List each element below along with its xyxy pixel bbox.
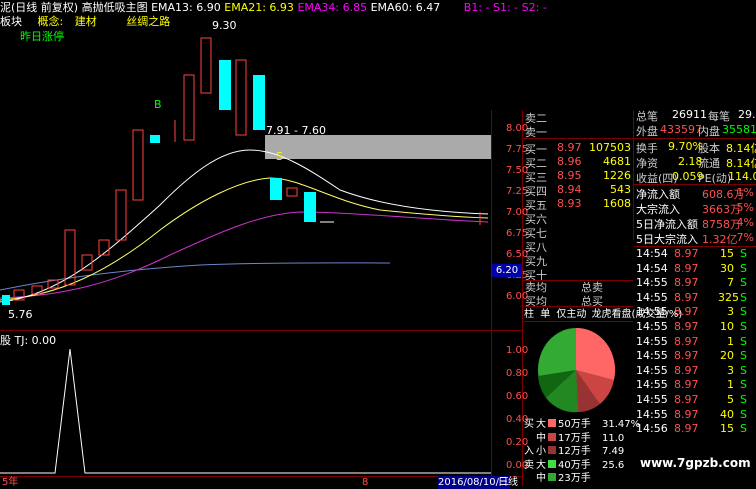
flow-row: 5日大宗流入 1.32亿 7% xyxy=(636,231,754,246)
candlestick-chart[interactable] xyxy=(0,0,491,330)
box-range-label: 7.91 - 7.60 xyxy=(266,124,326,137)
dragon-tabs: 柱 单 仅主动 龙虎看盘(成交量/%) xyxy=(524,308,682,321)
candle xyxy=(286,187,298,197)
buy-row[interactable]: 买七 xyxy=(523,225,633,240)
bottom-mid-label: 8 xyxy=(362,477,369,488)
candle xyxy=(304,192,316,222)
info-row: 总笔26911每笔29.3 xyxy=(636,108,756,123)
price-box xyxy=(265,135,491,159)
buy-row[interactable]: 买六 xyxy=(523,211,633,226)
candle xyxy=(270,178,282,200)
legend-row: 卖大 40万手 25.6 xyxy=(524,459,625,471)
legend-row: 入小 12万手 7.49 xyxy=(524,446,625,457)
legend-row: 中 17万手 11.0 xyxy=(536,432,625,444)
buy-row[interactable]: 买四 8.94 543 xyxy=(523,183,633,198)
candle xyxy=(219,60,231,110)
trade-row: 14:55 8.97 40 S xyxy=(636,407,747,421)
tj-line xyxy=(0,348,491,474)
candle xyxy=(115,189,127,241)
ema-white-line xyxy=(0,149,489,303)
trade-row: 14:55 8.97 1 S xyxy=(636,378,747,392)
flow-row: 大宗流入 3663万 5% xyxy=(636,201,754,216)
trade-row: 14:55 8.97 3 S xyxy=(636,363,747,377)
sell-row[interactable]: 卖二 xyxy=(523,110,633,125)
dragon-pie-chart xyxy=(538,327,616,413)
trade-row: 14:55 8.97 7 S xyxy=(636,276,747,290)
tab-column[interactable]: 柱 xyxy=(524,309,534,320)
buy-summary-row: 买均 总买 xyxy=(525,295,603,308)
high-price-label: 9.30 xyxy=(212,19,237,32)
buy-row[interactable]: 买九 xyxy=(523,253,633,268)
candle xyxy=(2,295,10,305)
flow-row: 净流入额 608.6万 1% xyxy=(636,186,754,201)
candle xyxy=(253,75,265,130)
trade-row: 14:55 8.97 10 S xyxy=(636,320,747,333)
trade-row: 14:55 8.97 325 S xyxy=(636,290,747,304)
candle xyxy=(200,37,212,94)
marker-s: S xyxy=(276,150,283,163)
bottom-left-label: 5年 xyxy=(2,477,19,488)
tab-single[interactable]: 单 xyxy=(540,309,550,320)
candle xyxy=(235,59,247,136)
low-price-label: 5.76 xyxy=(8,308,33,321)
candles xyxy=(2,37,334,305)
sub-axis-tick: 1.00 xyxy=(506,345,529,356)
trade-row: 14:56 8.97 15 S xyxy=(636,422,747,436)
legend-row: 中 23万手 xyxy=(536,473,591,484)
info-row: 净资2.18流通8.14亿 xyxy=(636,155,756,170)
current-price-tag: 6.20 xyxy=(492,264,522,277)
candle xyxy=(150,135,160,143)
tab-active-only[interactable]: 仅主动 xyxy=(556,309,586,320)
buy-row[interactable]: 买三 8.95 1226 xyxy=(523,169,633,184)
sub-axis-tick: 0.60 xyxy=(506,391,529,402)
ema-yellow-line xyxy=(0,177,489,301)
trade-row: 14:54 8.97 15 S xyxy=(636,247,747,260)
flow-row: 5日净流入额 8758万 4% xyxy=(636,216,754,231)
marker-b: B xyxy=(154,98,162,111)
buy-row[interactable]: 买二 8.96 4681 xyxy=(523,155,633,170)
trade-row: 14:55 8.97 5 S xyxy=(636,393,747,406)
trade-row: 14:55 8.97 20 S xyxy=(636,349,747,363)
sell-summary-row: 卖均 总卖 xyxy=(525,281,603,294)
tj-indicator-chart[interactable] xyxy=(0,331,491,476)
trade-row: 14:55 8.97 1 S xyxy=(636,334,747,348)
axis-divider xyxy=(491,110,492,486)
sell-row[interactable]: 卖一 xyxy=(523,124,633,139)
buy-row[interactable]: 买一 8.97 107503 xyxy=(523,141,633,156)
buy-row[interactable]: 买五 8.93 1608 xyxy=(523,197,633,212)
info-row: 外盘433597内盘355816 xyxy=(636,123,756,138)
sub-axis-tick: 0.80 xyxy=(506,368,529,379)
period-label[interactable]: 日线 xyxy=(498,476,518,489)
candle xyxy=(132,129,144,201)
trade-row: 14:54 8.97 30 S xyxy=(636,261,747,275)
candle xyxy=(183,74,195,141)
watermark: www.7gpzb.com xyxy=(640,456,751,470)
legend-row: 买大 50万手 31.47% xyxy=(524,419,641,430)
tab-dragon-view[interactable]: 龙虎看盘(成交量/%) xyxy=(592,309,683,320)
buy-row[interactable]: 买八 xyxy=(523,239,633,254)
info-row: 换手9.70%股本8.14亿 xyxy=(636,140,756,155)
